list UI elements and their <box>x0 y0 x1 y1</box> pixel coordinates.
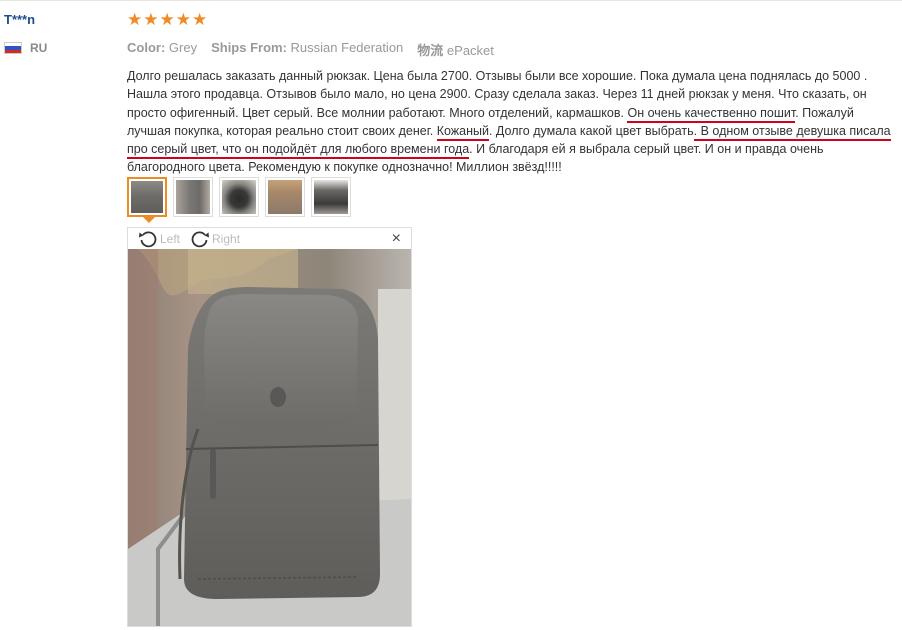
reviewer-name[interactable]: T***n <box>4 12 35 27</box>
order-info: Color: Grey Ships From: Russian Federati… <box>127 40 892 59</box>
color-label: Color: <box>127 40 166 55</box>
rotate-left-button[interactable]: Left <box>138 229 180 249</box>
review-body: ★ ★ ★ ★ ★ Color: Grey Ships From: Russian Fe… <box>127 10 892 177</box>
viewer-toolbar: Left Right × <box>128 228 411 249</box>
photo-thumbnail[interactable] <box>173 177 213 217</box>
rotate-right-label: Right <box>212 231 241 246</box>
star-icon: ★ <box>127 10 143 29</box>
review-segment-underlined: Кожаный <box>436 123 489 141</box>
review-segment-underlined: Он очень качественно пошит <box>627 105 796 123</box>
photo-viewer: Left Right × <box>127 227 412 627</box>
photo-thumbnail[interactable] <box>311 177 351 217</box>
rotate-left-label: Left <box>160 231 181 246</box>
russia-flag-icon <box>4 42 22 54</box>
rating-stars: ★ ★ ★ ★ ★ <box>127 10 892 29</box>
photo-thumbnail[interactable] <box>127 177 167 223</box>
star-icon: ★ <box>175 10 191 29</box>
review-segment: . Долго думала какой цвет выбрать <box>488 123 694 138</box>
rotate-left-icon <box>139 230 157 247</box>
review-photo-large <box>128 249 411 626</box>
country-code: RU <box>30 41 48 55</box>
rotate-right-button[interactable]: Right <box>190 229 240 249</box>
review-photo-thumbnails <box>127 177 351 223</box>
photo-thumbnail[interactable] <box>219 177 259 217</box>
rotate-right-icon <box>191 230 210 247</box>
shipping-value: ePacket <box>446 43 494 58</box>
star-icon: ★ <box>159 10 175 29</box>
star-icon: ★ <box>143 10 159 29</box>
reviewer-country: RU <box>4 41 47 55</box>
ships-from-value: Russian Federation <box>290 40 404 55</box>
photo-thumbnail[interactable] <box>265 177 305 217</box>
ships-from-label: Ships From: <box>211 40 287 55</box>
backpack-photo <box>128 249 411 626</box>
review-text: Долго решалась заказать данный рюкзак. Ц… <box>127 67 892 177</box>
separator-line <box>0 0 902 1</box>
close-viewer-button[interactable]: × <box>392 230 401 248</box>
shipping-label: 物流 <box>417 43 444 58</box>
color-value: Grey <box>168 40 198 55</box>
star-icon: ★ <box>192 10 208 29</box>
